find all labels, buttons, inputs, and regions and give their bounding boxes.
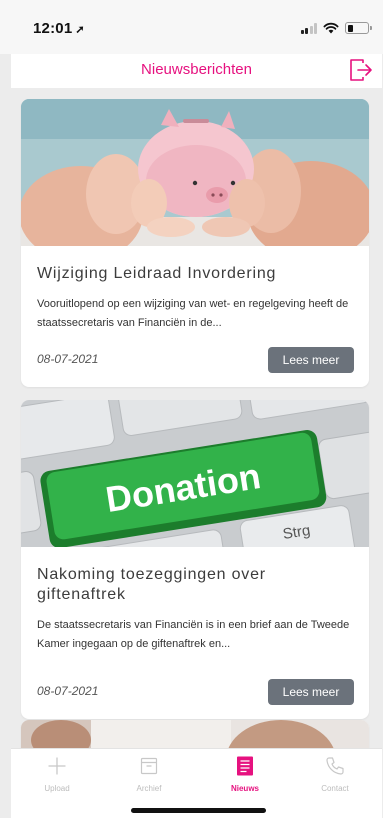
logout-icon[interactable] <box>348 57 374 83</box>
news-feed[interactable]: Wijziging Leidraad Invordering Vooruitlo… <box>11 88 382 748</box>
article-excerpt: De staatssecretaris van Financiën is in … <box>37 619 350 650</box>
article-excerpt: Vooruitlopend op een wijziging van wet- … <box>37 298 349 329</box>
plus-icon <box>48 757 66 775</box>
status-time: 12:01 ➚ <box>33 20 85 37</box>
article-image: Donation Strg <box>21 400 369 547</box>
article-title[interactable]: Nakoming toezeggingen over giftenaftrek <box>37 565 354 605</box>
location-arrow-icon: ➚ <box>75 24 85 36</box>
article-image <box>21 720 369 748</box>
archive-icon <box>140 757 158 775</box>
clock-text: 12:01 <box>33 20 73 37</box>
article-title[interactable]: Wijziging Leidraad Invordering <box>37 264 354 284</box>
status-bar: 12:01 ➚ <box>0 0 383 54</box>
news-icon <box>237 756 253 776</box>
phone-icon <box>326 757 344 775</box>
tab-upload[interactable]: Upload <box>11 755 103 805</box>
battery-icon <box>345 22 372 34</box>
home-indicator <box>131 808 266 813</box>
tab-label: Nieuws <box>230 784 259 793</box>
read-more-button[interactable]: Lees meer <box>268 679 354 705</box>
news-card[interactable]: Donation Strg Nakoming toezeggingen over… <box>21 400 369 719</box>
article-footer: 08-07-2021 Lees meer <box>37 347 354 373</box>
tab-label: Archief <box>136 784 162 793</box>
page-title: Nieuwsberichten <box>141 61 252 78</box>
news-card[interactable]: Wijziging Leidraad Invordering Vooruitlo… <box>21 99 369 387</box>
wifi-icon <box>323 22 339 34</box>
status-icons <box>300 22 372 34</box>
article-date: 08-07-2021 <box>37 352 99 366</box>
navigation-bar: Nieuwsberichten <box>11 54 382 88</box>
tab-label: Upload <box>44 784 70 793</box>
signal-icon <box>300 22 317 34</box>
article-image <box>21 99 369 246</box>
tab-label: Contact <box>321 784 349 793</box>
read-more-button[interactable]: Lees meer <box>268 347 354 373</box>
tab-news[interactable]: Nieuws <box>199 755 291 805</box>
article-footer: 08-07-2021 Lees meer <box>37 679 354 705</box>
news-card[interactable] <box>21 720 369 748</box>
tab-contact[interactable]: Contact <box>289 755 381 805</box>
tab-archive[interactable]: Archief <box>103 755 195 805</box>
piggy-bank-image <box>21 99 369 246</box>
donation-keyboard-image: Donation Strg <box>21 400 369 547</box>
article-date: 08-07-2021 <box>37 684 99 698</box>
